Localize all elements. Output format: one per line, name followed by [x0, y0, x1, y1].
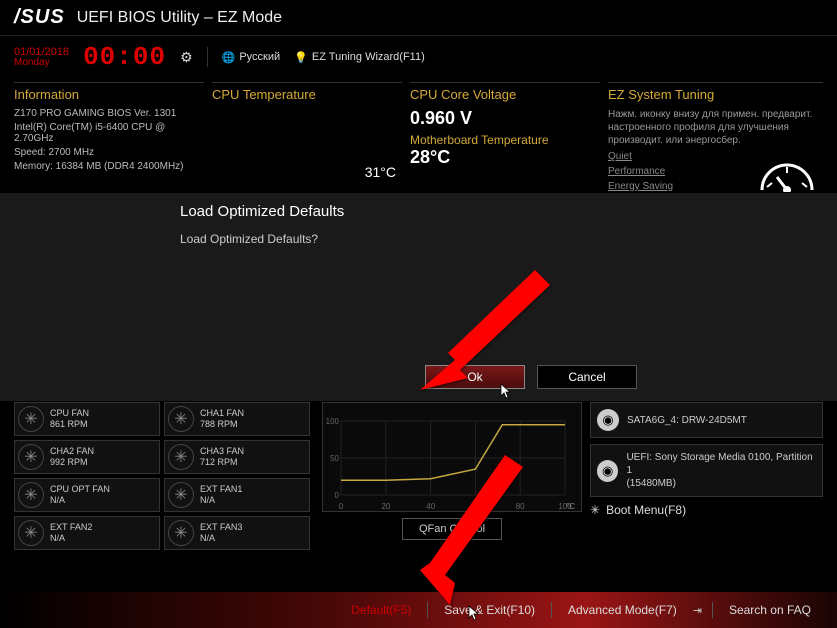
search-faq-button[interactable]: Search on FAQ: [723, 603, 817, 617]
fan-item[interactable]: ✳ CHA2 FAN992 RPM: [14, 440, 160, 474]
gear-icon[interactable]: ⚙: [180, 49, 193, 66]
cpu-temp-title: CPU Temperature: [212, 87, 402, 102]
boot-menu-icon: ✳: [590, 503, 600, 517]
boot-menu-label: Boot Menu(F8): [606, 503, 686, 517]
svg-text:0: 0: [339, 502, 344, 511]
fan-icon: ✳: [18, 482, 44, 508]
fan-icon: ✳: [168, 406, 194, 432]
svg-text:°C: °C: [566, 502, 575, 511]
drive-item[interactable]: ◉ UEFI: Sony Storage Media 0100, Partitio…: [590, 444, 823, 497]
mb-temp-title: Motherboard Temperature: [410, 133, 600, 147]
fan-text: EXT FAN2N/A: [50, 522, 92, 544]
separator: [427, 602, 428, 618]
fan-item[interactable]: ✳ CHA3 FAN712 RPM: [164, 440, 310, 474]
dialog-title: Load Optimized Defaults: [180, 203, 657, 220]
memory-info: Memory: 16384 MB (DDR4 2400MHz): [14, 161, 204, 172]
globe-icon: 🌐: [222, 51, 236, 64]
day-text: Monday: [14, 58, 69, 68]
mb-temp-value: 28°C: [410, 147, 600, 168]
load-defaults-dialog: Load Optimized Defaults Load Optimized D…: [0, 192, 837, 402]
dialog-question: Load Optimized Defaults?: [180, 232, 657, 246]
save-exit-button[interactable]: Save & Exit(F10): [438, 603, 541, 617]
drive-label: UEFI: Sony Storage Media 0100, Partition…: [626, 451, 816, 490]
advanced-mode-button[interactable]: Advanced Mode(F7): [562, 603, 683, 617]
date-text: 01/01/2018: [14, 47, 69, 58]
disc-icon: ◉: [597, 460, 618, 482]
fan-text: CHA1 FAN788 RPM: [200, 408, 244, 430]
svg-text:20: 20: [381, 502, 390, 511]
brand-logo: /SUS: [14, 6, 65, 29]
svg-text:50: 50: [330, 454, 339, 463]
fan-item[interactable]: ✳ EXT FAN1N/A: [164, 478, 310, 512]
separator: [551, 602, 552, 618]
fan-icon: ✳: [168, 520, 194, 546]
speed-info: Speed: 2700 MHz: [14, 147, 204, 158]
drive-item[interactable]: ◉ SATA6G_4: DRW-24D5MT: [590, 402, 823, 438]
language-selector[interactable]: 🌐 Русский: [222, 51, 281, 64]
language-label: Русский: [239, 51, 280, 63]
ez-system-tuning-title: EZ System Tuning: [608, 87, 823, 102]
svg-text:60: 60: [471, 502, 480, 511]
separator: [207, 47, 208, 67]
cpu-temp-value: 31°C: [212, 164, 402, 180]
boot-menu-button[interactable]: ✳ Boot Menu(F8): [590, 503, 823, 517]
qfan-control-button[interactable]: QFan Control: [402, 518, 502, 540]
cpu-voltage-value: 0.960 V: [410, 108, 600, 129]
fan-curve-chart: 020406080100050100°C: [322, 402, 582, 512]
cpu-voltage-title: CPU Core Voltage: [410, 87, 600, 102]
fan-text: EXT FAN1N/A: [200, 484, 242, 506]
fan-text: CPU OPT FANN/A: [50, 484, 110, 506]
fan-item[interactable]: ✳ CHA1 FAN788 RPM: [164, 402, 310, 436]
information-title: Information: [14, 87, 204, 102]
svg-text:80: 80: [516, 502, 525, 511]
page-title: UEFI BIOS Utility – EZ Mode: [77, 9, 282, 27]
ok-button[interactable]: Ok: [425, 365, 525, 389]
svg-text:0: 0: [335, 491, 340, 500]
fan-item[interactable]: ✳ EXT FAN2N/A: [14, 516, 160, 550]
board-info: Z170 PRO GAMING BIOS Ver. 1301: [14, 108, 204, 119]
svg-text:100: 100: [326, 417, 340, 426]
fan-item[interactable]: ✳ EXT FAN3N/A: [164, 516, 310, 550]
fan-text: EXT FAN3N/A: [200, 522, 242, 544]
fan-text: CPU FAN861 RPM: [50, 408, 89, 430]
fan-item[interactable]: ✳ CPU FAN861 RPM: [14, 402, 160, 436]
fan-item[interactable]: ✳ CPU OPT FANN/A: [14, 478, 160, 512]
default-button[interactable]: Default(F5): [345, 603, 417, 617]
switch-icon: ⇥: [693, 604, 702, 617]
fan-text: CHA2 FAN992 RPM: [50, 446, 94, 468]
fan-icon: ✳: [18, 444, 44, 470]
cpu-info: Intel(R) Core(TM) i5-6400 CPU @ 2.70GHz: [14, 122, 204, 144]
datetime-block: 01/01/2018 Monday: [14, 47, 69, 68]
separator: [712, 602, 713, 618]
drive-label: SATA6G_4: DRW-24D5MT: [627, 414, 747, 427]
wizard-label: EZ Tuning Wizard(F11): [312, 51, 425, 63]
cancel-button[interactable]: Cancel: [537, 365, 637, 389]
fan-icon: ✳: [168, 482, 194, 508]
clock-time: 00:00: [83, 42, 166, 72]
ez-tuning-wizard-button[interactable]: 💡 EZ Tuning Wizard(F11): [294, 51, 425, 64]
svg-text:40: 40: [426, 502, 435, 511]
fan-icon: ✳: [18, 406, 44, 432]
fan-icon: ✳: [168, 444, 194, 470]
disc-icon: ◉: [597, 409, 619, 431]
bulb-icon: 💡: [294, 51, 308, 64]
ez-description: Нажм. иконку внизу для примен. предварит…: [608, 108, 823, 147]
fan-text: CHA3 FAN712 RPM: [200, 446, 244, 468]
fan-icon: ✳: [18, 520, 44, 546]
